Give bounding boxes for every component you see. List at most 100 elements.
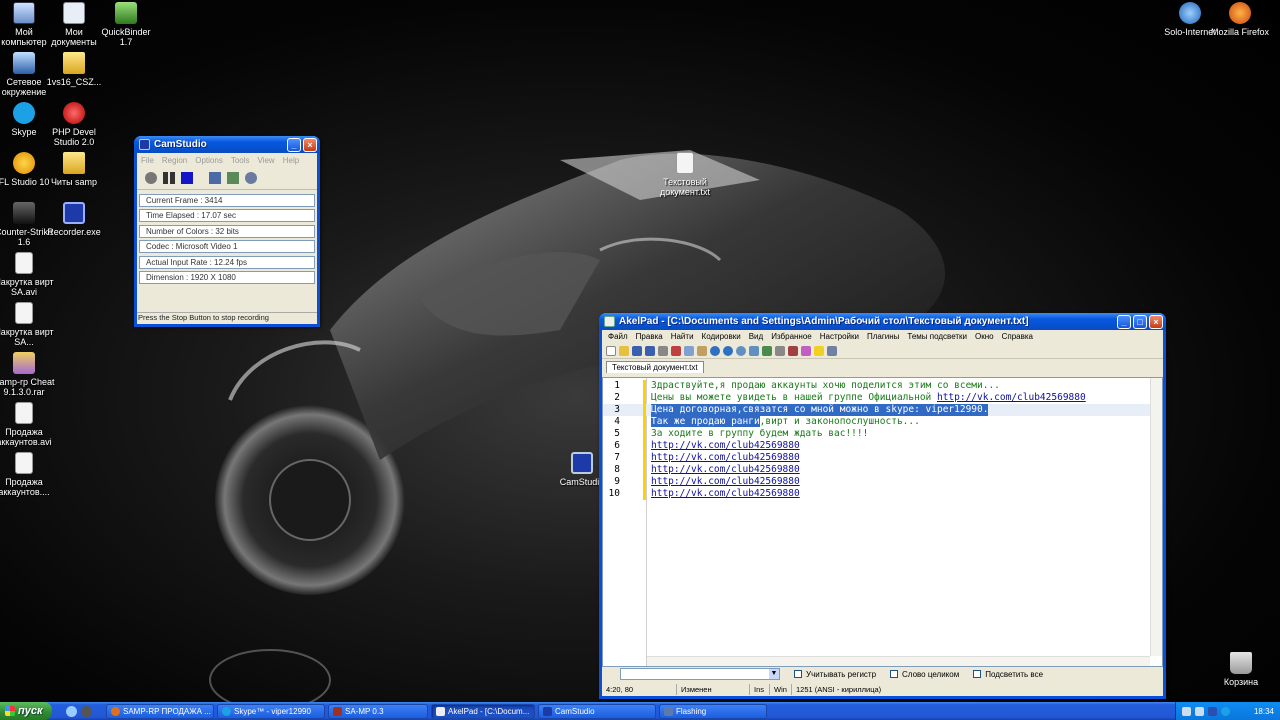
media-player-icon[interactable] [81, 705, 92, 717]
desktop-icon-folder-1vs16[interactable]: 1vs16_CSZ... [42, 52, 106, 87]
menu-view[interactable]: View [258, 156, 275, 165]
replace-icon[interactable] [749, 345, 759, 356]
color-icon[interactable] [801, 345, 811, 356]
editor-line[interactable]: 6 http://vk.com/club42569880 [603, 440, 1150, 452]
menu-find[interactable]: Найти [667, 332, 698, 341]
taskbar-button-skype[interactable]: Skype™ - viper12990 [217, 703, 325, 719]
menu-region[interactable]: Region [162, 156, 187, 165]
clock[interactable]: 18:34 [1254, 707, 1280, 716]
menu-settings[interactable]: Настройки [816, 332, 863, 341]
redo-icon[interactable] [723, 345, 733, 356]
volume-icon[interactable] [1195, 706, 1204, 716]
desktop-icon-rar[interactable]: Samp-rp Cheat 9.1.3.0.rar [0, 352, 56, 397]
record-button-icon[interactable] [145, 172, 157, 184]
show-desktop-icon[interactable] [66, 705, 77, 717]
network-icon[interactable] [1182, 706, 1191, 716]
find-input[interactable]: ▼ [620, 668, 780, 680]
desktop-icon-php-devel-studio[interactable]: PHP Devel Studio 2.0 [42, 102, 106, 147]
menu-encodings[interactable]: Кодировки [698, 332, 745, 341]
taskbar-button-samp[interactable]: SA-MP 0.3 [328, 703, 428, 719]
menu-plugins[interactable]: Плагины [863, 332, 903, 341]
region-button-icon[interactable] [209, 172, 221, 184]
cut-icon[interactable] [671, 345, 681, 356]
editor-line[interactable]: 1 Здраствуйте,я продаю аккаунты хочю под… [603, 380, 1150, 392]
akelpad-editor[interactable]: 1 Здраствуйте,я продаю аккаунты хочю под… [602, 377, 1163, 667]
menu-file[interactable]: File [141, 156, 154, 165]
menu-help[interactable]: Справка [998, 332, 1037, 341]
open-file-icon[interactable] [619, 345, 629, 356]
desktop-icon-folder-cheats[interactable]: Читы samp [42, 152, 106, 187]
desktop-icon-recycle-bin[interactable]: Корзина [1209, 652, 1273, 687]
undo-icon[interactable] [710, 345, 720, 356]
print-icon[interactable] [658, 345, 668, 356]
minimize-button[interactable]: _ [287, 137, 301, 152]
line-link[interactable]: http://vk.com/club42569880 [937, 392, 1086, 403]
settings-icon[interactable] [827, 345, 837, 356]
close-button[interactable]: × [303, 137, 317, 152]
camstudio-titlebar[interactable]: CamStudio _ × [134, 136, 320, 153]
font-icon[interactable] [788, 345, 798, 356]
highlight-all-checkbox[interactable] [973, 670, 982, 678]
editor-line[interactable]: 10 http://vk.com/club42569880 [603, 488, 1150, 500]
menu-file[interactable]: Файл [604, 332, 632, 341]
menu-options[interactable]: Options [195, 156, 223, 165]
taskbar-button-akelpad[interactable]: AkelPad - [C:\Docum... [431, 703, 535, 719]
desktop-icon-quickbinder[interactable]: QuickBinder 1.7 [94, 2, 158, 47]
whole-word-checkbox[interactable] [890, 670, 899, 678]
desktop-icon-video-3[interactable]: Продажа аккаунтов.avi [0, 402, 56, 447]
desktop-icon-video-1[interactable]: Накрутка вирт SA.avi [0, 252, 56, 297]
highlight-icon[interactable] [814, 345, 824, 356]
line-link[interactable]: http://vk.com/club42569880 [651, 452, 800, 464]
chevron-down-icon[interactable]: ▼ [769, 669, 779, 679]
new-file-icon[interactable] [606, 345, 616, 356]
akelpad-window[interactable]: AkelPad - [C:\Documents and Settings\Adm… [599, 313, 1166, 699]
language-icon[interactable] [1208, 706, 1217, 716]
annotation-button-icon[interactable] [227, 172, 239, 184]
taskbar-button-firefox[interactable]: SAMP-RP ПРОДАЖА ... [106, 703, 214, 719]
menu-favorites[interactable]: Избранное [767, 332, 816, 341]
camstudio-window[interactable]: CamStudio _ × File Region Options Tools … [134, 136, 320, 327]
taskbar-button-flashing[interactable]: Flashing [659, 703, 767, 719]
maximize-button[interactable]: □ [1133, 314, 1147, 329]
copy-icon[interactable] [684, 345, 694, 356]
menu-themes[interactable]: Темы подсветки [903, 332, 971, 341]
pause-button-icon[interactable] [163, 172, 175, 184]
match-case-checkbox[interactable] [794, 670, 802, 678]
skype-tray-icon[interactable] [1221, 706, 1230, 716]
line-link[interactable]: http://vk.com/club42569880 [651, 464, 800, 476]
line-link[interactable]: http://vk.com/club42569880 [651, 488, 800, 500]
menu-edit[interactable]: Правка [632, 332, 667, 341]
editor-line[interactable]: 5 За ходите в группу будем ждать вас!!!! [603, 428, 1150, 440]
menu-help[interactable]: Help [283, 156, 299, 165]
settings-button-icon[interactable] [245, 172, 257, 184]
editor-line[interactable]: 8 http://vk.com/club42569880 [603, 464, 1150, 476]
tab-document[interactable]: Текстовый документ.txt [606, 361, 704, 373]
horizontal-scrollbar[interactable] [647, 656, 1150, 666]
close-button[interactable]: × [1149, 314, 1163, 329]
editor-line-selected[interactable]: 4 Так же продаю ранги,вирт и законопослу… [603, 416, 1150, 428]
line-link[interactable]: http://vk.com/club42569880 [651, 476, 800, 488]
vertical-scrollbar[interactable] [1150, 378, 1162, 656]
start-button[interactable]: пуск [0, 702, 52, 720]
desktop-icon-text-document[interactable]: Текстовый документ.txt [652, 152, 718, 197]
find-icon[interactable] [736, 345, 746, 356]
desktop-icon-recorder[interactable]: Recorder.exe [42, 202, 106, 237]
editor-line[interactable]: 7 http://vk.com/club42569880 [603, 452, 1150, 464]
stop-button-icon[interactable] [181, 172, 193, 184]
menu-tools[interactable]: Tools [231, 156, 250, 165]
desktop-icon-video-4[interactable]: Продажа аккаунтов.... [0, 452, 56, 497]
menu-window[interactable]: Окно [971, 332, 998, 341]
editor-line[interactable]: 2 Цены вы можете увидеть в нашей группе … [603, 392, 1150, 404]
word-wrap-icon[interactable] [775, 345, 785, 356]
desktop-icon-firefox[interactable]: Mozilla Firefox [1208, 2, 1272, 37]
editor-line-selected[interactable]: 3 Цена договорная,связатся со мной можно… [603, 404, 1150, 416]
paste-icon[interactable] [697, 345, 707, 356]
editor-line[interactable]: 9 http://vk.com/club42569880 [603, 476, 1150, 488]
menu-view[interactable]: Вид [745, 332, 767, 341]
akelpad-titlebar[interactable]: AkelPad - [C:\Documents and Settings\Adm… [599, 313, 1166, 330]
minimize-button[interactable]: _ [1117, 314, 1131, 329]
goto-icon[interactable] [762, 345, 772, 356]
taskbar-button-camstudio[interactable]: CamStudio [538, 703, 656, 719]
line-link[interactable]: http://vk.com/club42569880 [651, 440, 800, 452]
desktop-icon-video-2[interactable]: Накрутка вирт SA... [0, 302, 56, 347]
